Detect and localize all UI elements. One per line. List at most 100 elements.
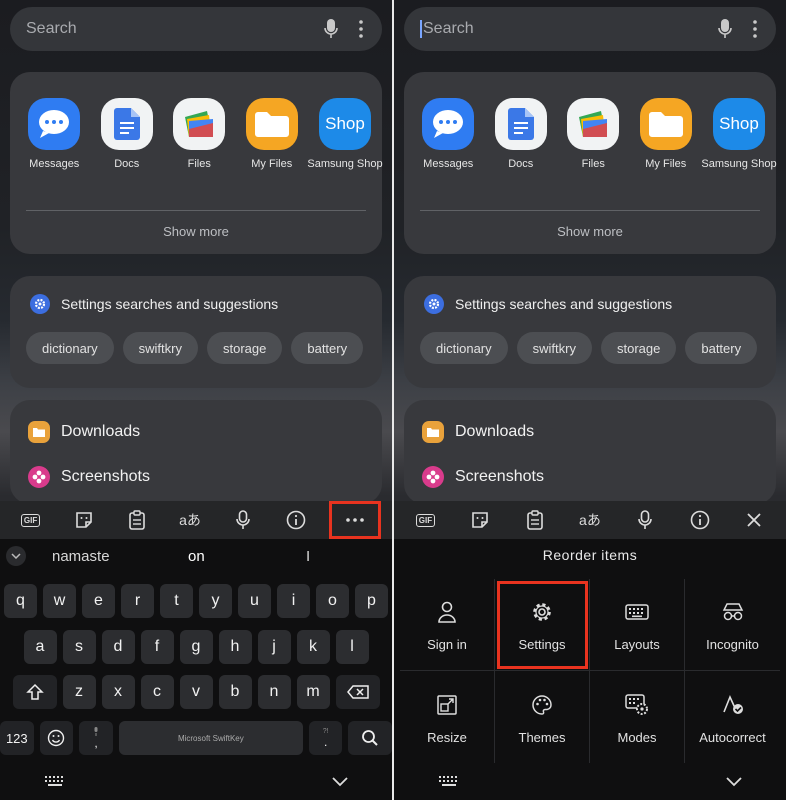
show-more-button[interactable]: Show more [404,224,776,239]
search-bar[interactable]: Search [10,7,382,51]
chevron-down-icon[interactable] [6,546,26,566]
downloads-item[interactable]: Downloads [422,421,534,443]
prediction-2[interactable]: on [188,548,205,565]
key[interactable]: f [140,630,174,664]
key[interactable]: n [257,675,291,709]
prediction-3[interactable]: I [306,548,310,565]
sticker-icon[interactable] [67,505,101,535]
more-options-icon[interactable] [356,18,366,40]
gif-icon[interactable]: GIF [408,505,442,535]
menu-item-incognito[interactable]: Incognito [685,579,780,671]
microphone-icon[interactable] [714,18,736,40]
menu-item-resize[interactable]: Resize [400,671,495,763]
translate-icon[interactable]: aあ [173,505,207,535]
keyboard-switch-icon[interactable] [44,774,66,792]
suggestions-title: Settings searches and suggestions [61,296,279,312]
menu-item-settings[interactable]: Settings [495,579,590,671]
info-icon[interactable] [683,505,717,535]
show-more-button[interactable]: Show more [10,224,382,239]
space-bar[interactable]: Microsoft SwiftKey [118,721,303,755]
key[interactable]: e [82,584,115,618]
key[interactable]: s [62,630,96,664]
menu-item-layouts[interactable]: Layouts [590,579,685,671]
key[interactable]: v [179,675,213,709]
key[interactable]: y [199,584,232,618]
app-docs[interactable]: Docs [485,98,558,170]
chip-battery[interactable]: battery [685,332,758,364]
menu-item-themes[interactable]: Themes [495,671,590,763]
screenshots-item[interactable]: Screenshots [28,466,150,488]
key[interactable]: b [218,675,252,709]
clipboard-icon[interactable] [518,505,552,535]
key-row-3: z x c v b n m [0,675,392,709]
app-samsung-shop[interactable]: Shop Samsung Shop [307,98,383,170]
backspace-icon[interactable] [335,675,380,709]
app-my-files[interactable]: My Files [236,98,309,170]
key[interactable]: i [277,584,310,618]
chip-storage[interactable]: storage [600,332,677,364]
shift-key[interactable] [12,675,57,709]
numbers-key[interactable]: 123 [0,721,34,755]
key[interactable]: p [355,584,388,618]
menu-item-modes[interactable]: Modes [590,671,685,763]
app-files[interactable]: Files [163,98,236,170]
key[interactable]: m [296,675,330,709]
keyboard-switch-icon[interactable] [438,774,460,792]
key[interactable]: o [316,584,349,618]
key[interactable]: a [23,630,57,664]
search-input[interactable]: Search [26,20,320,38]
emoji-icon[interactable] [39,721,74,755]
key[interactable]: u [238,584,271,618]
key[interactable]: w [43,584,76,618]
info-icon[interactable] [279,505,313,535]
chip-dictionary[interactable]: dictionary [26,332,114,364]
menu-item-autocorrect[interactable]: Autocorrect [685,671,780,763]
samsung-shop-icon: Shop [713,98,765,150]
key[interactable]: k [296,630,330,664]
translate-icon[interactable]: aあ [573,505,607,535]
key[interactable]: x [101,675,135,709]
sticker-icon[interactable] [463,505,497,535]
app-docs[interactable]: Docs [91,98,164,170]
key[interactable]: q [4,584,37,618]
clipboard-icon[interactable] [120,505,154,535]
hide-keyboard-icon[interactable] [726,774,742,792]
reorder-items-button[interactable]: Reorder items [394,547,786,563]
period-key[interactable]: ?!. [308,721,343,755]
chip-swiftkry[interactable]: swiftkry [122,332,198,364]
search-icon[interactable] [348,721,392,755]
app-files[interactable]: Files [557,98,630,170]
search-input[interactable]: Search [420,19,714,38]
key[interactable]: r [121,584,154,618]
more-options-icon[interactable] [750,18,760,40]
key[interactable]: d [101,630,135,664]
gif-icon[interactable]: GIF [14,505,48,535]
chip-swiftkry[interactable]: swiftkry [516,332,592,364]
key[interactable]: j [257,630,291,664]
key[interactable]: z [62,675,96,709]
voice-icon[interactable] [226,505,260,535]
key[interactable]: l [335,630,369,664]
key[interactable]: h [218,630,252,664]
chip-battery[interactable]: battery [291,332,364,364]
comma-key[interactable]: , [79,721,113,755]
chip-dictionary[interactable]: dictionary [420,332,508,364]
more-options-icon[interactable] [329,501,382,539]
prediction-1[interactable]: namaste [52,548,110,565]
key[interactable]: t [160,584,193,618]
microphone-icon[interactable] [320,18,342,40]
app-samsung-shop[interactable]: Shop Samsung Shop [701,98,777,170]
menu-item-sign-in[interactable]: Sign in [400,579,495,671]
voice-icon[interactable] [628,505,662,535]
app-messages[interactable]: Messages [412,98,485,170]
close-icon[interactable] [737,505,771,535]
app-my-files[interactable]: My Files [630,98,703,170]
hide-keyboard-icon[interactable] [332,774,348,792]
key[interactable]: c [140,675,174,709]
key[interactable]: g [179,630,213,664]
downloads-item[interactable]: Downloads [28,421,140,443]
chip-storage[interactable]: storage [206,332,283,364]
app-messages[interactable]: Messages [18,98,91,170]
search-bar[interactable]: Search [404,7,776,51]
screenshots-item[interactable]: Screenshots [422,466,544,488]
